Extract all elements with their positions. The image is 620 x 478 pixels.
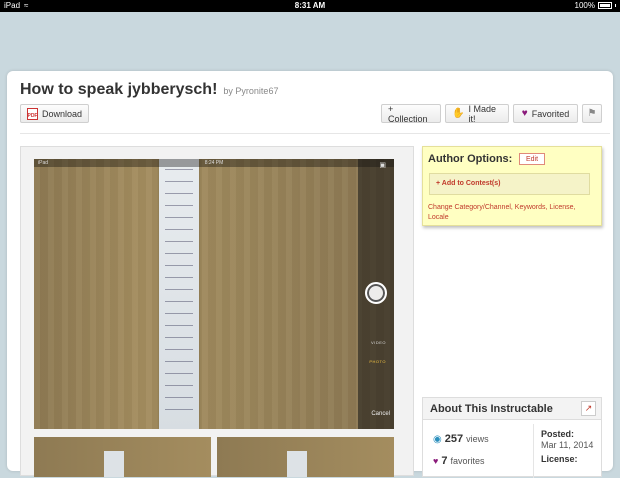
views-count: 257 xyxy=(444,433,464,445)
paper-line xyxy=(165,217,193,218)
change-settings-link[interactable]: Change Category/Channel, Keywords, Licen… xyxy=(428,203,598,223)
favorited-label: Favorited xyxy=(531,108,570,119)
paper-line xyxy=(165,181,193,182)
author-options-panel: Author Options: Edit + Add to Contest(s)… xyxy=(422,146,602,226)
add-to-contest-link[interactable]: + Add to Contest(s) xyxy=(436,180,501,187)
pdf-icon: PDF xyxy=(26,107,38,120)
camera-time: 8:24 PM xyxy=(204,160,224,166)
hand-icon: ✋ xyxy=(452,108,465,119)
i-made-it-button[interactable]: ✋ I Made it! xyxy=(445,103,509,124)
paper-line xyxy=(165,265,193,266)
divider xyxy=(20,133,610,134)
camera-switch-icon: ▣ xyxy=(379,162,386,169)
thumbnail-paper xyxy=(104,451,124,477)
byline: by Pyronite67 xyxy=(223,86,278,96)
paper-line xyxy=(165,349,193,350)
paper-line xyxy=(165,253,193,254)
battery-icon xyxy=(598,2,612,9)
author-options-title: Author Options: xyxy=(428,153,513,165)
paper-line xyxy=(165,313,193,314)
posted-date: Mar 11, 2014 xyxy=(541,440,594,450)
contest-box: + Add to Contest(s) xyxy=(429,173,590,195)
about-panel: About This Instructable ↗ ◉ 257 views ♥ … xyxy=(422,397,602,478)
paper-line xyxy=(165,169,193,170)
camera-controls: ▣ VIDEO PHOTO Cancel xyxy=(358,159,394,429)
paper-line xyxy=(165,385,193,386)
about-title: About This Instructable xyxy=(430,403,553,415)
posted-label: Posted: xyxy=(541,429,575,439)
thumbnail-paper xyxy=(287,451,307,477)
status-time: 8:31 AM xyxy=(294,1,326,10)
paper-line xyxy=(165,193,193,194)
photo-gallery: iPad 8:24 PM ▣ VIDEO PHOTO Cancel xyxy=(20,146,414,477)
shutter-icon xyxy=(365,282,387,304)
camera-video-label: VIDEO xyxy=(371,340,386,345)
eye-icon: ◉ xyxy=(433,434,442,445)
wood-texture xyxy=(34,159,394,429)
paper-line xyxy=(165,361,193,362)
page-title: How to speak jybberysch! xyxy=(20,81,218,98)
paper-line xyxy=(165,325,193,326)
paper-line xyxy=(165,289,193,290)
paper-line xyxy=(165,205,193,206)
paper-line xyxy=(165,373,193,374)
collection-label: + Collection xyxy=(388,103,428,124)
camera-cancel-label: Cancel xyxy=(371,411,390,417)
edit-button[interactable]: Edit xyxy=(519,153,545,165)
license-label: License: xyxy=(541,454,578,464)
favorites-stat: ♥ 7 favorites xyxy=(433,455,484,467)
camera-photo-label: PHOTO xyxy=(369,359,386,364)
author-link[interactable]: Pyronite67 xyxy=(235,86,278,96)
views-stat: ◉ 257 views xyxy=(433,433,489,445)
paper-line xyxy=(165,229,193,230)
main-photo[interactable]: iPad 8:24 PM ▣ VIDEO PHOTO Cancel xyxy=(34,159,394,429)
paper-line xyxy=(165,337,193,338)
download-label: Download xyxy=(41,108,83,119)
thumbnail-photo[interactable] xyxy=(217,437,394,477)
title-row: How to speak jybberysch! by Pyronite67 xyxy=(20,81,278,99)
about-header: About This Instructable ↗ xyxy=(423,398,601,420)
status-bar: iPad ≈ 8:31 AM 100% xyxy=(0,0,620,12)
instructable-card: How to speak jybberysch! by Pyronite67 P… xyxy=(7,71,613,478)
paper-line xyxy=(165,397,193,398)
add-collection-button[interactable]: + Collection xyxy=(381,103,441,124)
battery-percent: 100% xyxy=(574,1,595,10)
stats-chart-icon[interactable]: ↗ xyxy=(581,401,596,416)
made-label: I Made it! xyxy=(468,103,496,124)
paper-line xyxy=(165,277,193,278)
heart-icon: ♥ xyxy=(521,108,528,119)
camera-status-bar: iPad 8:24 PM xyxy=(34,159,394,167)
status-right: 100% xyxy=(575,1,616,10)
favorited-button[interactable]: ♥ Favorited xyxy=(513,104,578,123)
battery-nub xyxy=(615,4,616,7)
thumbnail-photo[interactable] xyxy=(34,437,211,477)
byline-prefix: by xyxy=(223,86,233,96)
paper-line xyxy=(165,409,193,410)
about-separator xyxy=(533,424,534,478)
paper-strip xyxy=(159,159,199,429)
flag-button[interactable]: ⚑ xyxy=(582,104,602,123)
flag-icon: ⚑ xyxy=(587,108,597,119)
download-button[interactable]: PDF Download xyxy=(20,104,89,123)
paper-line xyxy=(165,241,193,242)
paper-line xyxy=(165,301,193,302)
favorites-count: 7 xyxy=(441,455,448,467)
pdf-icon-text: PDF xyxy=(27,112,38,119)
views-label: views xyxy=(466,434,489,444)
